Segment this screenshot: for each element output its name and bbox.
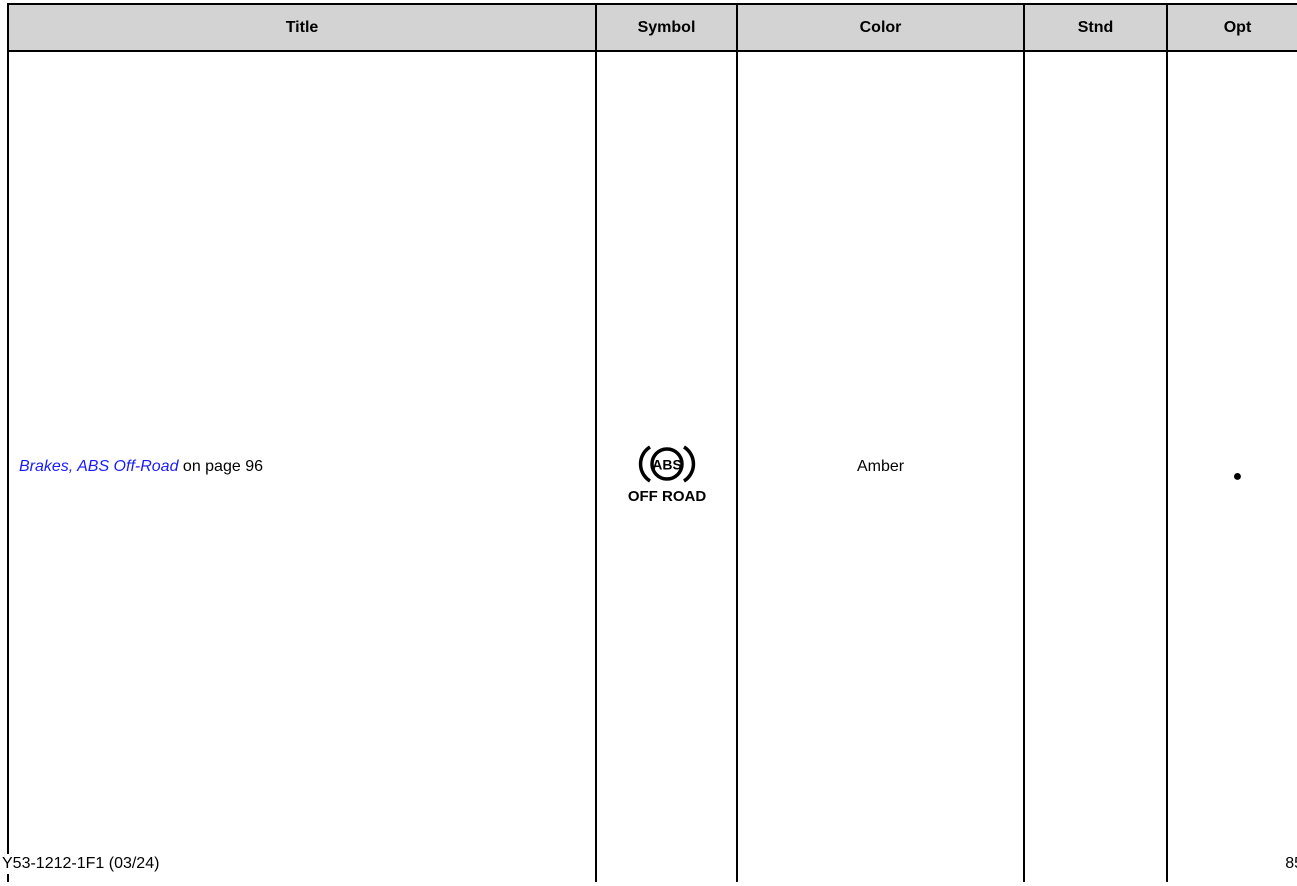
cell-opt: ●	[1166, 50, 1297, 882]
cell-stnd	[1023, 50, 1168, 882]
header-stnd: Stnd	[1023, 3, 1168, 52]
brakes-abs-off-road-link[interactable]: Brakes, ABS Off-Road	[19, 458, 178, 475]
cell-symbol: ABS OFF ROAD	[595, 50, 738, 882]
color-value: Amber	[856, 458, 905, 475]
table-row: Brakes, ABS Off-Road on page 96 ABS OFF …	[7, 50, 1297, 882]
abs-off-road-icon: ABS OFF ROAD	[627, 440, 707, 510]
footer-page-number: 85	[1285, 854, 1297, 874]
cell-title: Brakes, ABS Off-Road on page 96	[7, 50, 597, 882]
footer-document-id: Y53-1212-1F1 (03/24)	[2, 854, 160, 874]
header-symbol: Symbol	[595, 3, 738, 52]
page-reference-text: on page 96	[178, 458, 263, 475]
cell-color: Amber	[736, 50, 1025, 882]
option-bullet: ●	[1232, 468, 1243, 485]
off-road-symbol-text: OFF ROAD	[627, 488, 705, 505]
manual-page: Title Symbol Color Stnd Opt Brakes, ABS …	[0, 0, 1297, 886]
table-header-row: Title Symbol Color Stnd Opt	[7, 3, 1297, 52]
header-color: Color	[736, 3, 1025, 52]
header-title: Title	[7, 3, 597, 52]
abs-symbol-text: ABS	[652, 456, 682, 472]
indicator-table: Title Symbol Color Stnd Opt Brakes, ABS …	[7, 3, 1297, 882]
header-opt: Opt	[1166, 3, 1297, 52]
